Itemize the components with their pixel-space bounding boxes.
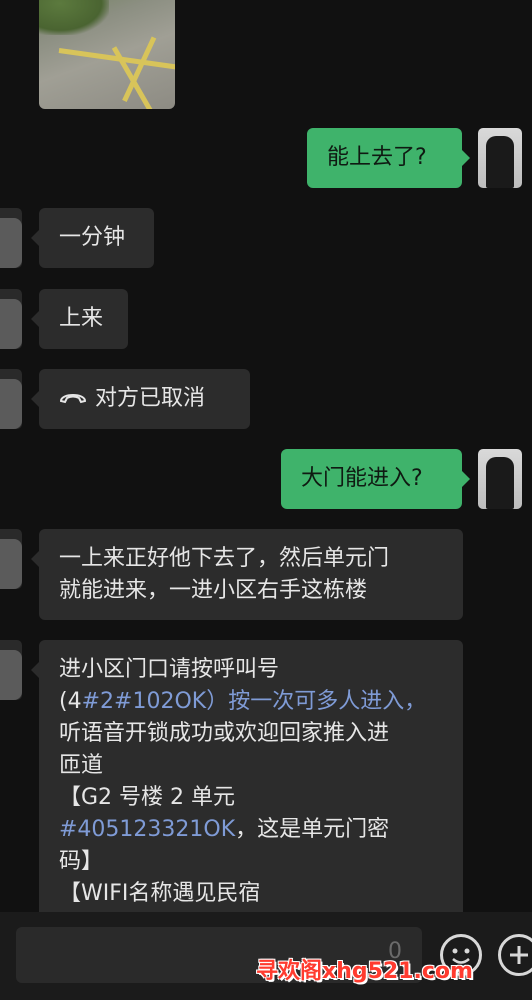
message-text: 上来 <box>59 306 104 331</box>
message-line: 【WIFI名称遇见民宿 <box>59 881 261 906</box>
bubble-tail <box>31 230 39 246</box>
avatar-figure <box>0 650 22 700</box>
watermark-text: 寻欢阁xhg521.com <box>256 959 473 984</box>
message-line: 一上来正好他下去了，然后单元门 <box>59 546 390 571</box>
message-text: (4 <box>59 689 82 714</box>
contact-avatar[interactable] <box>0 369 22 429</box>
message-text: 大门能进入? <box>301 466 423 491</box>
phone-hangup-icon <box>59 383 87 415</box>
avatar-figure <box>0 218 22 268</box>
my-avatar[interactable] <box>478 449 522 509</box>
avatar-figure <box>486 457 514 509</box>
bubble-tail <box>31 662 39 678</box>
plus-icon[interactable] <box>498 934 532 976</box>
contact-avatar[interactable] <box>0 289 22 349</box>
message-line: 码】 <box>59 849 104 874</box>
message-text: 能上去了? <box>327 145 427 170</box>
call-status-text: 对方已取消 <box>95 386 206 411</box>
my-avatar[interactable] <box>478 128 522 188</box>
dial-code-link[interactable]: #2#102OK <box>82 689 207 714</box>
bubble-tail <box>31 391 39 407</box>
call-record-bubble[interactable]: 对方已取消 <box>31 369 250 429</box>
contact-avatar[interactable] <box>0 640 22 700</box>
message-line: 进小区门口请按呼叫号 <box>59 657 280 682</box>
shared-photo[interactable] <box>39 0 175 109</box>
bubble-tail <box>31 551 39 567</box>
avatar-figure <box>0 539 22 589</box>
message-bubble-out[interactable]: 能上去了? <box>307 128 470 188</box>
contact-avatar[interactable] <box>0 529 22 589</box>
message-bubble-in[interactable]: 上来 <box>31 289 128 349</box>
message-link-text[interactable]: ）按一次可多人进入， <box>206 689 426 714</box>
message-line: 匝道 <box>59 753 104 778</box>
message-line: (4#2#102OK）按一次可多人进入， <box>59 686 443 718</box>
message-text: 一分钟 <box>59 225 126 250</box>
door-code-link[interactable]: #405123321OK <box>59 817 235 842</box>
message-bubble-in[interactable]: 进小区门口请按呼叫号 (4#2#102OK）按一次可多人进入， 听语音开锁成功或… <box>31 640 463 940</box>
message-text: ，这是单元门密 <box>235 817 390 842</box>
contact-avatar[interactable] <box>0 208 22 268</box>
message-line: 【G2 号楼 2 单元 <box>59 785 236 810</box>
avatar-figure <box>0 299 22 349</box>
bubble-tail <box>462 150 470 166</box>
message-bubble-in[interactable]: 一分钟 <box>31 208 154 268</box>
avatar-figure <box>0 379 22 429</box>
photo-plants <box>39 0 109 35</box>
message-line: #405123321OK，这是单元门密 <box>59 814 443 846</box>
bubble-tail <box>31 311 39 327</box>
bubble-tail <box>462 471 470 487</box>
message-line: 就能进来，一进小区右手这栋楼 <box>59 578 368 603</box>
message-bubble-in[interactable]: 一上来正好他下去了，然后单元门 就能进来，一进小区右手这栋楼 <box>31 529 463 620</box>
message-line: 听语音开锁成功或欢迎回家推入进 <box>59 721 390 746</box>
avatar-figure <box>486 136 514 188</box>
message-bubble-out[interactable]: 大门能进入? <box>281 449 470 509</box>
